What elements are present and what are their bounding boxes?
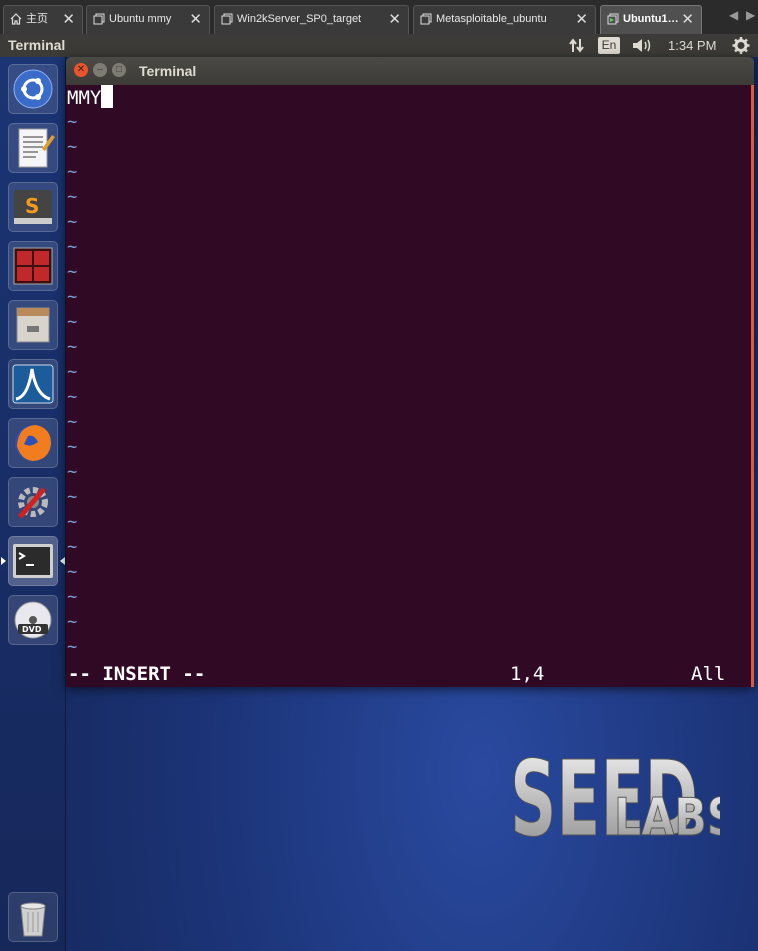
svg-text:LABS: LABS bbox=[614, 788, 720, 843]
launcher-firefox[interactable] bbox=[8, 418, 58, 468]
launcher-ubuntu-dash[interactable] bbox=[8, 64, 58, 114]
vm-tab-bar: 主页 ✕ Ubuntu mmy ✕ Win2kServer_SP0_target… bbox=[0, 0, 758, 36]
svg-text:DVD: DVD bbox=[22, 625, 42, 634]
tab-metasploitable[interactable]: Metasploitable_ubuntu ✕ bbox=[413, 5, 596, 34]
editor-line-1[interactable]: MMY bbox=[67, 85, 114, 110]
vim-editor[interactable]: MMY ~ ~ ~ ~ ~ ~ ~ ~ ~ ~ ~ ~ ~ ~ ~ ~ ~ ~ ~ ~ ~ ~ -- INSERT -- … bbox=[66, 85, 754, 687]
maximize-icon[interactable]: □ bbox=[112, 63, 126, 77]
tilde-line: ~ bbox=[67, 212, 78, 232]
tilde-line: ~ bbox=[67, 562, 78, 582]
firefox-icon bbox=[15, 425, 51, 461]
tilde-line: ~ bbox=[67, 137, 78, 157]
tab-ubuntu-mmy[interactable]: Ubuntu mmy ✕ bbox=[86, 5, 210, 34]
focused-app-indicator bbox=[60, 557, 65, 565]
empty-line-markers: ~ ~ ~ ~ ~ ~ ~ ~ ~ ~ ~ ~ ~ ~ ~ ~ ~ ~ ~ ~ ~ ~ bbox=[67, 110, 77, 660]
keyboard-icon[interactable]: En bbox=[598, 37, 620, 54]
launcher-file-manager[interactable] bbox=[8, 300, 58, 350]
close-icon[interactable]: ✕ bbox=[74, 63, 88, 77]
launcher-trash[interactable] bbox=[8, 892, 58, 942]
launcher-text-editor[interactable] bbox=[8, 123, 58, 173]
active-app-title: Terminal bbox=[8, 37, 66, 53]
trash-icon bbox=[20, 902, 46, 937]
clock[interactable]: 1:34 PM bbox=[668, 38, 716, 53]
launcher-terminal-emulator[interactable] bbox=[8, 241, 58, 291]
window-titlebar[interactable]: ✕ – □ Terminal bbox=[66, 57, 754, 85]
active-app-indicator bbox=[1, 557, 6, 565]
tab-scroll-left-icon[interactable]: ◀ bbox=[729, 8, 738, 22]
tab-scroll-right-icon[interactable]: ▶ bbox=[746, 8, 755, 22]
launcher-sublime-text[interactable]: S bbox=[8, 182, 58, 232]
terminal-window: ✕ – □ Terminal MMY ~ ~ ~ ~ ~ ~ ~ ~ ~ ~ ~ ~ ~ ~ ~ ~ ~ ~ ~ ~ ~… bbox=[66, 57, 754, 687]
editor-text: MMY bbox=[67, 87, 102, 109]
tilde-line: ~ bbox=[67, 187, 78, 207]
tilde-line: ~ bbox=[67, 362, 78, 382]
vim-status-line: -- INSERT -- 1,4 All bbox=[68, 661, 752, 687]
tilde-line: ~ bbox=[67, 612, 78, 632]
tilde-line: ~ bbox=[67, 162, 78, 182]
tilde-line: ~ bbox=[67, 637, 78, 657]
tilde-line: ~ bbox=[67, 437, 78, 457]
wireshark-icon bbox=[12, 364, 54, 404]
tab-win2kserver[interactable]: Win2kServer_SP0_target ✕ bbox=[214, 5, 409, 34]
tab-label: Ubuntu1… bbox=[623, 13, 679, 25]
tilde-line: ~ bbox=[67, 262, 78, 282]
tilde-line: ~ bbox=[67, 462, 78, 482]
seedlabs-logo: SEED LABS bbox=[510, 740, 720, 843]
tab-label: Metasploitable_ubuntu bbox=[436, 13, 547, 25]
tilde-line: ~ bbox=[67, 312, 78, 332]
vm-icon bbox=[93, 13, 105, 25]
close-icon[interactable]: ✕ bbox=[388, 6, 401, 33]
close-icon[interactable]: ✕ bbox=[62, 6, 75, 33]
tilde-line: ~ bbox=[67, 587, 78, 607]
close-icon[interactable]: ✕ bbox=[681, 6, 694, 33]
text-editor-icon bbox=[18, 128, 55, 168]
launcher-system-settings[interactable] bbox=[8, 477, 58, 527]
vim-mode: -- INSERT -- bbox=[68, 663, 206, 685]
tilde-line: ~ bbox=[67, 412, 78, 432]
text-cursor bbox=[101, 85, 114, 108]
window-right-edge bbox=[751, 85, 754, 687]
vm-icon bbox=[420, 13, 432, 25]
tab-home[interactable]: 主页 ✕ bbox=[3, 5, 83, 34]
network-icon[interactable] bbox=[567, 36, 587, 55]
svg-text:S: S bbox=[25, 194, 39, 218]
tab-label: 主页 bbox=[26, 13, 48, 25]
scroll-position: All bbox=[691, 663, 726, 685]
close-icon[interactable]: ✕ bbox=[189, 6, 202, 33]
close-icon[interactable]: ✕ bbox=[575, 6, 588, 33]
tab-label: Ubuntu mmy bbox=[109, 13, 172, 25]
top-panel: Terminal En 1:34 PM bbox=[0, 34, 758, 57]
tilde-line: ~ bbox=[67, 237, 78, 257]
gear-icon[interactable] bbox=[731, 36, 751, 55]
tilde-line: ~ bbox=[67, 512, 78, 532]
dvd-icon: DVD bbox=[14, 601, 52, 639]
terminal-icon bbox=[13, 544, 53, 578]
tilde-line: ~ bbox=[67, 487, 78, 507]
tab-label: Win2kServer_SP0_target bbox=[237, 13, 362, 25]
volume-icon[interactable] bbox=[631, 36, 653, 55]
tilde-line: ~ bbox=[67, 112, 78, 132]
window-title: Terminal bbox=[139, 63, 197, 79]
launcher-wireshark[interactable] bbox=[8, 359, 58, 409]
ubuntu-dash-icon bbox=[13, 69, 53, 109]
vm-icon bbox=[221, 13, 233, 25]
terminal-emulator-icon bbox=[13, 247, 53, 285]
vm-running-icon bbox=[607, 13, 619, 25]
sublime-text-icon: S bbox=[14, 190, 52, 224]
system-settings-icon bbox=[18, 487, 48, 519]
home-icon bbox=[10, 13, 22, 25]
cursor-position: 1,4 bbox=[510, 663, 545, 685]
launcher-dvd[interactable]: DVD bbox=[8, 595, 58, 645]
tilde-line: ~ bbox=[67, 537, 78, 557]
tab-ubuntu1-active[interactable]: Ubuntu1… ✕ bbox=[600, 5, 702, 34]
launcher: S DVD bbox=[0, 57, 66, 951]
file-manager-icon bbox=[16, 307, 50, 343]
tilde-line: ~ bbox=[67, 337, 78, 357]
tilde-line: ~ bbox=[67, 387, 78, 407]
launcher-terminal[interactable] bbox=[8, 536, 58, 586]
minimize-icon[interactable]: – bbox=[93, 63, 107, 77]
tilde-line: ~ bbox=[67, 287, 78, 307]
